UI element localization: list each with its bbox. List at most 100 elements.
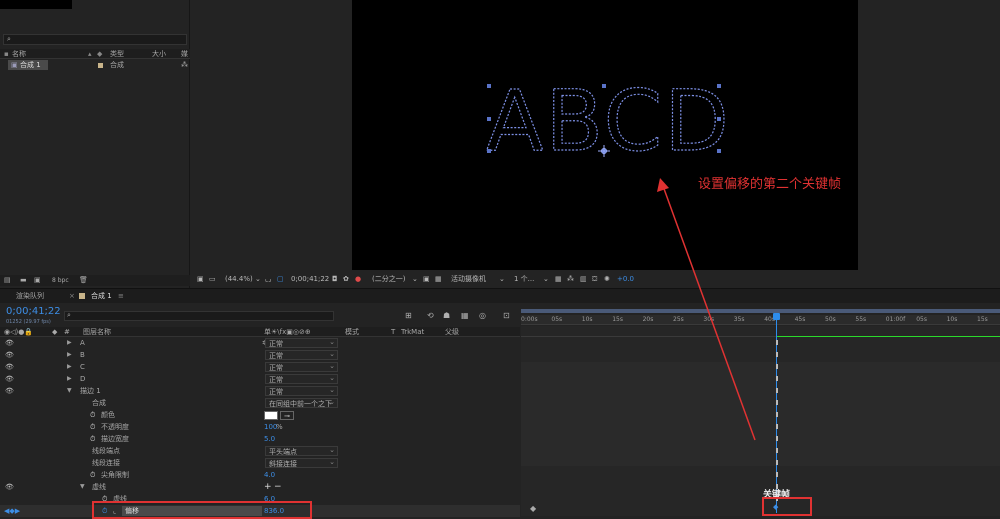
- eyedropper-icon[interactable]: ⊸: [280, 411, 294, 420]
- expand-triangle-icon[interactable]: ▶: [67, 373, 72, 385]
- viewer-timecode[interactable]: 0;00;41;22: [291, 272, 329, 286]
- comp-mini-flow-icon[interactable]: ⊞: [405, 310, 412, 322]
- resolution-value[interactable]: (二分之一): [372, 272, 405, 286]
- work-bar-start[interactable]: [521, 336, 776, 337]
- col-name[interactable]: 名称: [12, 49, 26, 59]
- col-size[interactable]: 大小: [152, 49, 166, 59]
- exposure-value[interactable]: +0.0: [617, 272, 634, 286]
- work-area-bar[interactable]: [521, 309, 1000, 313]
- composition-canvas[interactable]: ABCD: [352, 0, 858, 270]
- col-parent[interactable]: 父级: [445, 327, 459, 337]
- motion-blur-icon[interactable]: ◎: [479, 310, 486, 322]
- layer-row-a[interactable]: 👁 ▶ A ✲ 正常: [0, 337, 520, 349]
- color-swatch[interactable]: [264, 411, 278, 420]
- col-type[interactable]: 类型: [110, 49, 124, 59]
- flowchart-icon-2[interactable]: ⁂: [567, 272, 574, 286]
- views-value[interactable]: 1 个...: [514, 272, 534, 286]
- mode-dropdown[interactable]: 正常: [265, 349, 338, 360]
- stroke-width-value[interactable]: 5.0: [264, 433, 275, 445]
- composite-dropdown[interactable]: 在同组中前一个之下: [265, 397, 338, 408]
- col-mode[interactable]: 模式: [345, 327, 359, 337]
- eye-icon[interactable]: 👁: [5, 373, 14, 385]
- mode-dropdown[interactable]: 正常: [265, 361, 338, 372]
- layer-name[interactable]: A: [80, 337, 85, 349]
- prop-color[interactable]: ⏱ 颜色 ⊸: [0, 409, 520, 421]
- layer-name[interactable]: D: [80, 373, 85, 385]
- expand-triangle-icon[interactable]: ▶: [67, 337, 72, 349]
- transparency-grid-icon[interactable]: ▦: [435, 272, 442, 286]
- channel-icon[interactable]: ●: [355, 272, 361, 286]
- col-trkmat[interactable]: TrkMat: [401, 327, 424, 337]
- prop-stroke-width[interactable]: ⏱ 描边宽度 5.0: [0, 433, 520, 445]
- eye-icon[interactable]: 👁: [5, 481, 14, 493]
- prop-opacity[interactable]: ⏱ 不透明度 100 %: [0, 421, 520, 433]
- add-keyframe-icon[interactable]: ◆: [530, 504, 536, 513]
- stroke-group-row[interactable]: 👁 ▼ 描边 1 正常: [0, 385, 520, 397]
- remove-dash-button[interactable]: −: [274, 481, 282, 493]
- tab-comp[interactable]: 合成 1: [91, 289, 112, 303]
- eye-icon[interactable]: 👁: [5, 337, 14, 349]
- interpret-icon[interactable]: ▤: [4, 275, 11, 286]
- stopwatch-icon[interactable]: ⏱: [90, 409, 95, 421]
- mode-dropdown[interactable]: 正常: [265, 337, 338, 348]
- playhead-handle-icon[interactable]: [773, 313, 780, 320]
- col-layer-name[interactable]: 图层名称: [83, 327, 111, 337]
- region-icon[interactable]: ▣: [197, 272, 204, 286]
- eye-icon[interactable]: 👁: [5, 385, 14, 397]
- mode-dropdown[interactable]: 正常: [265, 385, 338, 396]
- layer-name[interactable]: C: [80, 361, 85, 373]
- camera-value[interactable]: 活动摄像机: [451, 272, 486, 286]
- timeline-ruler[interactable]: 0:00s 05s 10s 15s 20s 25s 30s 35s 40s 45s 50s 55s 01…: [521, 309, 1000, 325]
- zoom-value[interactable]: (44.4%): [225, 272, 253, 286]
- new-comp-icon[interactable]: ▣: [34, 275, 41, 286]
- layer-row-c[interactable]: 👁 ▶ C 正常: [0, 361, 520, 373]
- prop-line-join[interactable]: 线段连接 斜接连接: [0, 457, 520, 469]
- project-item[interactable]: ▣ 合成 1 合成 ⁂: [0, 60, 190, 70]
- draft-3d-icon[interactable]: ⟲: [427, 310, 434, 322]
- fast-preview-icon[interactable]: ▥: [580, 272, 587, 286]
- grid-icon[interactable]: ▦: [555, 272, 562, 286]
- bpc-label[interactable]: 8 bpc: [52, 275, 69, 286]
- roi-icon[interactable]: ▣: [423, 272, 430, 286]
- frame-blend-icon[interactable]: ▦: [461, 310, 469, 322]
- expand-triangle-icon[interactable]: ▶: [67, 349, 72, 361]
- tab-render-queue[interactable]: 渲染队列: [16, 289, 44, 303]
- add-dash-button[interactable]: +: [264, 481, 272, 493]
- snapshot-icon[interactable]: ◘: [332, 272, 338, 286]
- trash-icon[interactable]: 🗑: [79, 275, 88, 286]
- 3d-icon[interactable]: ⛋: [592, 272, 597, 286]
- layer-name[interactable]: 描边 1: [80, 385, 101, 397]
- layer-name[interactable]: B: [80, 349, 85, 361]
- show-snapshot-icon[interactable]: ✿: [343, 272, 349, 286]
- exposure-icon[interactable]: ✺: [604, 272, 610, 286]
- prop-dashes[interactable]: 👁 ▼ 虚线 + −: [0, 481, 520, 493]
- prop-composite[interactable]: 合成 在同组中前一个之下: [0, 397, 520, 409]
- graph-editor-icon[interactable]: ⊡: [503, 310, 510, 322]
- eye-icon[interactable]: 👁: [5, 349, 14, 361]
- stopwatch-icon[interactable]: ⏱: [90, 433, 95, 445]
- prop-line-cap[interactable]: 线段端点 平头端点: [0, 445, 520, 457]
- stopwatch-icon[interactable]: ⏱: [90, 421, 95, 433]
- line-cap-dropdown[interactable]: 平头端点: [265, 445, 338, 456]
- miter-value[interactable]: 4.0: [264, 469, 275, 481]
- folder-icon[interactable]: ▬: [20, 275, 27, 286]
- stopwatch-icon[interactable]: ⏱: [90, 469, 95, 481]
- prop-miter[interactable]: ⏱ 尖角限制 4.0: [0, 469, 520, 481]
- layer-row-b[interactable]: 👁 ▶ B 正常: [0, 349, 520, 361]
- project-search[interactable]: ⌕: [3, 34, 187, 45]
- offset-keyframe-icon[interactable]: ◆: [773, 503, 778, 511]
- current-timecode[interactable]: 0;00;41;22: [6, 306, 61, 317]
- keyframe-nav-icon[interactable]: ◀◆▶: [4, 505, 20, 517]
- layer-search[interactable]: ⌕: [64, 311, 334, 321]
- shy-icon[interactable]: ☗: [443, 310, 450, 322]
- mode-dropdown[interactable]: 正常: [265, 373, 338, 384]
- title-safe-icon[interactable]: ▢: [277, 272, 284, 286]
- collapse-triangle-icon[interactable]: ▼: [80, 481, 85, 493]
- col-extra[interactable]: 媒: [181, 49, 188, 59]
- eye-icon[interactable]: 👁: [5, 361, 14, 373]
- layer-row-d[interactable]: 👁 ▶ D 正常: [0, 373, 520, 385]
- monitor-icon[interactable]: ▭: [209, 272, 216, 286]
- expand-triangle-icon[interactable]: ▶: [67, 361, 72, 373]
- fit-icon[interactable]: ⌞⌟: [265, 272, 272, 286]
- tab-menu-icon[interactable]: ≡: [118, 289, 124, 303]
